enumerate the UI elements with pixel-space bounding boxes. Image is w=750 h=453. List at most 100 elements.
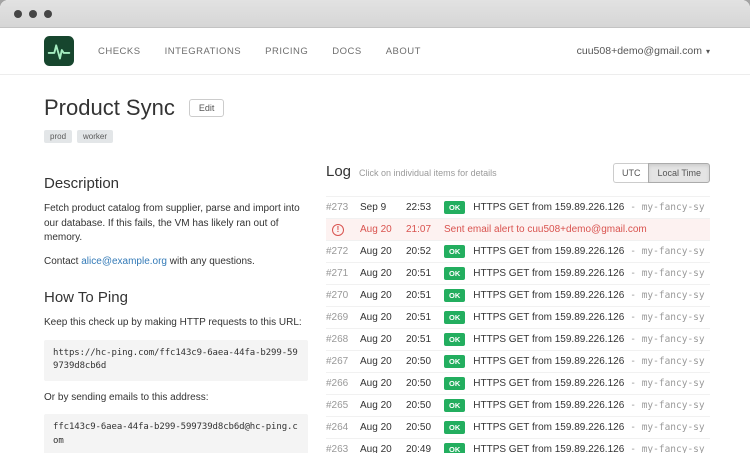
ping-email-instruction: Or by sending emails to this address: <box>44 391 308 406</box>
account-email: cuu508+demo@gmail.com <box>577 45 702 57</box>
log-row-date: Aug 20 <box>360 312 406 323</box>
how-to-ping-heading: How To Ping <box>44 289 308 306</box>
log-row-time: 20:50 <box>406 356 444 367</box>
log-row[interactable]: #268 Aug 20 20:51 OK HTTPS GET from 159.… <box>326 329 710 351</box>
log-row-time: 20:51 <box>406 268 444 279</box>
contact-suffix: with any questions. <box>167 256 255 267</box>
log-row[interactable]: #273 Sep 9 22:53 OK HTTPS GET from 159.8… <box>326 197 710 219</box>
log-row[interactable]: #269 Aug 20 20:51 OK HTTPS GET from 159.… <box>326 307 710 329</box>
ok-status-badge: OK <box>444 377 465 391</box>
log-row-id: #270 <box>326 290 360 301</box>
log-row-date: Aug 20 <box>360 268 406 279</box>
timezone-toggle: UTC Local Time <box>613 163 710 183</box>
log-row-event: HTTPS GET from 159.89.226.126 <box>473 334 624 345</box>
description-text: Fetch product catalog from supplier, par… <box>44 202 308 246</box>
log-row-date: Aug 20 <box>360 334 406 345</box>
ping-email-code: ffc143c9-6aea-44fa-b299-599739d8cb6d@hc-… <box>44 414 308 453</box>
log-row-time: 20:50 <box>406 400 444 411</box>
log-row-id: #265 <box>326 400 360 411</box>
alert-icon <box>332 224 344 236</box>
log-row[interactable]: #264 Aug 20 20:50 OK HTTPS GET from 159.… <box>326 417 710 439</box>
log-row-id: #266 <box>326 378 360 389</box>
log-row-time: 20:50 <box>406 422 444 433</box>
log-row-id: #271 <box>326 268 360 279</box>
ok-status-badge: OK <box>444 267 465 281</box>
log-row-event: HTTPS GET from 159.89.226.126 <box>473 202 624 213</box>
two-column-layout: Description Fetch product catalog from s… <box>44 161 710 453</box>
edit-button[interactable]: Edit <box>189 99 225 117</box>
utc-button[interactable]: UTC <box>613 163 649 183</box>
healthchecks-logo-icon[interactable] <box>44 36 74 66</box>
log-row-id: #264 <box>326 422 360 433</box>
chevron-down-icon: ▾ <box>706 47 710 56</box>
log-row-event: HTTPS GET from 159.89.226.126 <box>473 290 624 301</box>
account-menu[interactable]: cuu508+demo@gmail.com ▾ <box>577 45 710 57</box>
tag-badge: worker <box>77 130 113 143</box>
log-row-id: #268 <box>326 334 360 345</box>
log-row-id: #263 <box>326 444 360 453</box>
contact-email-link[interactable]: alice@example.org <box>81 256 167 267</box>
page-title: Product Sync <box>44 95 175 121</box>
log-row-date: Aug 20 <box>360 378 406 389</box>
log-row-time: 20:51 <box>406 334 444 345</box>
log-row[interactable]: #263 Aug 20 20:49 OK HTTPS GET from 159.… <box>326 439 710 453</box>
log-row[interactable]: #272 Aug 20 20:52 OK HTTPS GET from 159.… <box>326 241 710 263</box>
ok-status-badge: OK <box>444 201 465 215</box>
log-row-agent: - my-fancy-sy <box>630 356 710 367</box>
log-row-date: Aug 20 <box>360 246 406 257</box>
nav-item-docs[interactable]: DOCS <box>332 46 361 57</box>
log-rows: #273 Sep 9 22:53 OK HTTPS GET from 159.8… <box>326 196 710 453</box>
log-row-date: Aug 20 <box>360 422 406 433</box>
log-row-event: HTTPS GET from 159.89.226.126 <box>473 246 624 257</box>
log-header: Log Click on individual items for detail… <box>326 163 710 183</box>
log-row-time: 20:52 <box>406 246 444 257</box>
log-row-agent: - my-fancy-sy <box>630 444 710 453</box>
log-alert-row[interactable]: Aug 20 21:07 Sent email alert to cuu508+… <box>326 219 710 241</box>
contact-prefix: Contact <box>44 256 81 267</box>
log-row[interactable]: #266 Aug 20 20:50 OK HTTPS GET from 159.… <box>326 373 710 395</box>
log-row-time: 22:53 <box>406 202 444 213</box>
ok-status-badge: OK <box>444 443 465 453</box>
top-navbar: CHECKS INTEGRATIONS PRICING DOCS ABOUT c… <box>0 28 750 75</box>
log-row[interactable]: #270 Aug 20 20:51 OK HTTPS GET from 159.… <box>326 285 710 307</box>
log-row-id-cell <box>326 224 360 236</box>
log-row-date: Sep 9 <box>360 202 406 213</box>
log-heading: Log <box>326 163 351 180</box>
log-row-date: Aug 20 <box>360 400 406 411</box>
log-row-date: Aug 20 <box>360 444 406 453</box>
log-row-agent: - my-fancy-sy <box>630 334 710 345</box>
log-row-event: HTTPS GET from 159.89.226.126 <box>473 378 624 389</box>
contact-line: Contact alice@example.org with any quest… <box>44 255 308 270</box>
log-row-agent: - my-fancy-sy <box>630 246 710 257</box>
log-row[interactable]: #271 Aug 20 20:51 OK HTTPS GET from 159.… <box>326 263 710 285</box>
nav-item-integrations[interactable]: INTEGRATIONS <box>165 46 242 57</box>
log-row-agent: - my-fancy-sy <box>630 400 710 411</box>
log-row[interactable]: #267 Aug 20 20:50 OK HTTPS GET from 159.… <box>326 351 710 373</box>
log-row-time: 20:51 <box>406 312 444 323</box>
log-row-agent: - my-fancy-sy <box>630 422 710 433</box>
log-row-date: Aug 20 <box>360 224 406 235</box>
log-row-agent: - my-fancy-sy <box>630 312 710 323</box>
log-hint: Click on individual items for details <box>359 168 497 178</box>
log-row-time: 20:50 <box>406 378 444 389</box>
ok-status-badge: OK <box>444 289 465 303</box>
page-content: Product Sync Edit prod worker Descriptio… <box>0 75 750 453</box>
ok-status-badge: OK <box>444 311 465 325</box>
log-row-event: HTTPS GET from 159.89.226.126 <box>473 400 624 411</box>
check-title-row: Product Sync Edit <box>44 95 710 121</box>
nav-item-about[interactable]: ABOUT <box>386 46 421 57</box>
log-row-agent: - my-fancy-sy <box>630 290 710 301</box>
log-row-id: #272 <box>326 246 360 257</box>
description-heading: Description <box>44 175 308 192</box>
tag-badge: prod <box>44 130 72 143</box>
ok-status-badge: OK <box>444 421 465 435</box>
log-row-id: #273 <box>326 202 360 213</box>
details-column: Description Fetch product catalog from s… <box>44 161 308 453</box>
log-row-id: #267 <box>326 356 360 367</box>
nav-item-checks[interactable]: CHECKS <box>98 46 141 57</box>
log-row-date: Aug 20 <box>360 290 406 301</box>
local-time-button[interactable]: Local Time <box>648 163 710 183</box>
nav-item-pricing[interactable]: PRICING <box>265 46 308 57</box>
window-titlebar <box>0 0 750 28</box>
log-row[interactable]: #265 Aug 20 20:50 OK HTTPS GET from 159.… <box>326 395 710 417</box>
